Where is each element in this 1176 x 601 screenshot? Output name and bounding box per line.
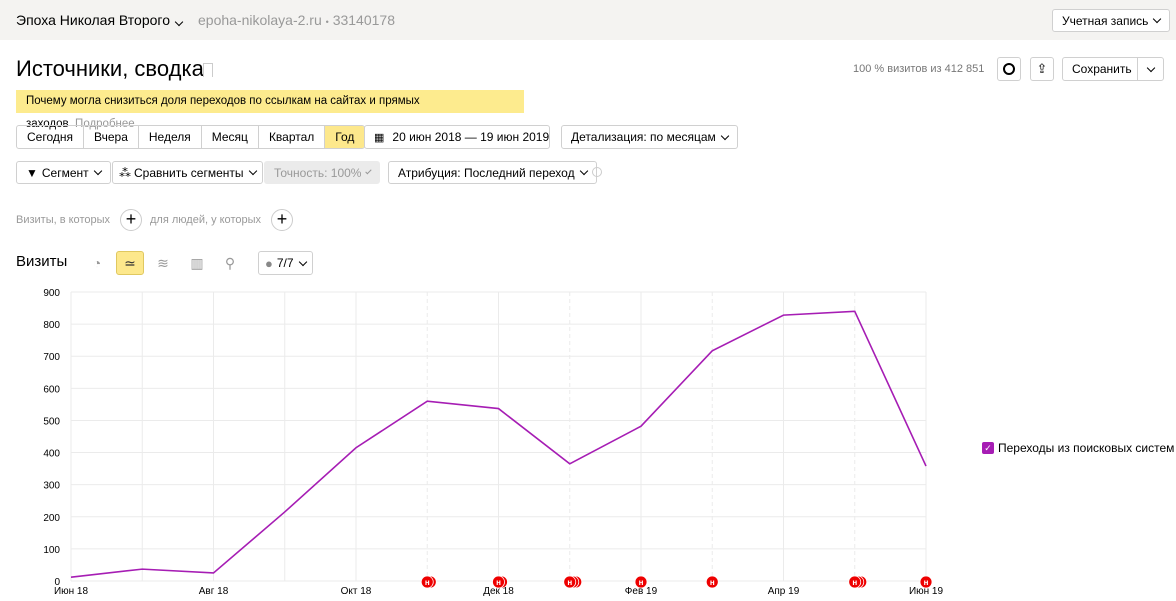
- share-icon: ⇪: [1036, 61, 1048, 76]
- save-button[interactable]: Сохранить: [1062, 57, 1164, 81]
- period-5[interactable]: Год: [325, 126, 365, 148]
- period-0[interactable]: Сегодня: [17, 126, 84, 148]
- chevron-down-icon: [365, 167, 372, 175]
- y-tick-label: 300: [43, 481, 60, 492]
- line-chart-icon[interactable]: ≃: [116, 251, 144, 275]
- visits-condition-label: Визиты, в которых: [16, 214, 110, 226]
- y-tick-label: 700: [43, 352, 60, 363]
- people-condition-label: для людей, у которых: [150, 214, 261, 226]
- chevron-down-icon: [248, 166, 257, 176]
- separator: •: [325, 17, 329, 27]
- account-button[interactable]: Учетная запись: [1052, 9, 1171, 32]
- attribution-select[interactable]: Атрибуция: Последний переход: [388, 161, 597, 184]
- chart-title: Визиты: [16, 253, 68, 270]
- page-title: Источники, сводка: [16, 56, 204, 81]
- comment-icon: ●: [265, 255, 273, 271]
- save-menu-button[interactable]: [1137, 58, 1164, 80]
- period-selector: Сегодня Вчера Неделя Месяц Квартал Год: [16, 125, 366, 149]
- period-3[interactable]: Месяц: [202, 126, 259, 148]
- y-tick-label: 500: [43, 416, 60, 427]
- x-tick-label: Авг 18: [199, 586, 229, 597]
- notice-banner: Почему могла снизиться доля переходов по…: [16, 90, 524, 130]
- y-tick-label: 200: [43, 513, 60, 524]
- sample-info: 100 % визитов из 412 851: [853, 63, 985, 75]
- annotation-glyph: н: [852, 578, 857, 587]
- annotation-glyph: н: [639, 578, 644, 587]
- help-icon[interactable]: [592, 167, 602, 177]
- history-button[interactable]: [997, 57, 1021, 81]
- save-label: Сохранить: [1072, 62, 1132, 76]
- annotation-glyph: н: [567, 578, 572, 587]
- visits-chart: 0100200300400500600700800900Июн 18 Авг 18…: [43, 288, 943, 597]
- annotations-button[interactable]: ● 7/7: [258, 251, 313, 275]
- y-tick-label: 400: [43, 449, 60, 460]
- drops-icon: ⁂: [119, 165, 131, 180]
- filter-icon: ▼: [26, 165, 38, 180]
- x-tick-label: Июн 18: [54, 586, 89, 597]
- export-button[interactable]: ⇪: [1030, 57, 1054, 81]
- chevron-down-icon: [174, 17, 184, 27]
- x-tick-label: Апр 19: [768, 586, 800, 597]
- annotation-glyph: н: [710, 578, 715, 587]
- legend-label: Переходы из поисковых систем: [998, 441, 1175, 455]
- counter-name: Эпоха Николая Второго: [16, 12, 170, 28]
- period-1[interactable]: Вчера: [84, 126, 139, 148]
- y-tick-label: 900: [43, 288, 60, 299]
- y-tick-label: 100: [43, 545, 60, 556]
- chevron-down-icon: [1146, 63, 1156, 72]
- pie-chart-icon[interactable]: ◔: [83, 251, 111, 275]
- accuracy-select: Точность: 100%: [264, 161, 380, 184]
- counter-selector[interactable]: Эпоха Николая Второго: [16, 12, 184, 28]
- chevron-down-icon: [1153, 14, 1162, 24]
- annotations-count: 7/7: [276, 256, 294, 270]
- chevron-down-icon: [720, 131, 730, 140]
- calendar-icon: ▦: [374, 131, 385, 144]
- checkbox-icon[interactable]: ✓: [982, 442, 994, 454]
- y-tick-label: 800: [43, 320, 60, 331]
- stacked-area-icon[interactable]: ≋: [149, 251, 177, 275]
- chevron-down-icon: [298, 257, 307, 266]
- period-2[interactable]: Неделя: [139, 126, 202, 148]
- counter-id: 33140178: [332, 12, 395, 28]
- annotation-glyph: н: [924, 578, 929, 587]
- segment-label: Сегмент: [41, 165, 89, 180]
- annotation-glyph: н: [496, 578, 501, 587]
- attribution-label: Атрибуция: Последний переход: [398, 165, 575, 180]
- period-4[interactable]: Квартал: [259, 126, 326, 148]
- chevron-down-icon: [579, 166, 588, 176]
- bar-chart-icon[interactable]: ▥: [183, 251, 211, 275]
- clock-icon: [1003, 63, 1015, 75]
- add-visit-condition-button[interactable]: +: [120, 209, 142, 231]
- date-range-button[interactable]: ▦ 20 июн 2018 — 19 июн 2019: [364, 125, 550, 149]
- x-tick-label: Окт 18: [341, 586, 372, 597]
- site-domain: epoha-nikolaya-2.ru: [198, 12, 322, 28]
- add-people-condition-button[interactable]: +: [271, 209, 293, 231]
- accuracy-label: Точность: 100%: [274, 165, 362, 180]
- detail-label: Детализация: по месяцам: [571, 130, 716, 144]
- legend-item[interactable]: ✓ Переходы из поисковых систем: [982, 441, 1174, 455]
- annotation-glyph: н: [425, 578, 430, 587]
- detail-select[interactable]: Детализация: по месяцам: [561, 125, 738, 149]
- y-tick-label: 600: [43, 384, 60, 395]
- bookmark-icon[interactable]: [203, 63, 213, 77]
- compare-label: Сравнить сегменты: [134, 165, 244, 180]
- map-pin-icon[interactable]: ⚲: [216, 251, 244, 275]
- date-range: 20 июн 2018 — 19 июн 2019: [392, 130, 550, 144]
- compare-segments-button[interactable]: ⁂ Сравнить сегменты: [112, 161, 263, 184]
- account-label: Учетная запись: [1062, 13, 1149, 28]
- segment-button[interactable]: ▼ Сегмент: [16, 161, 111, 184]
- chevron-down-icon: [93, 166, 102, 176]
